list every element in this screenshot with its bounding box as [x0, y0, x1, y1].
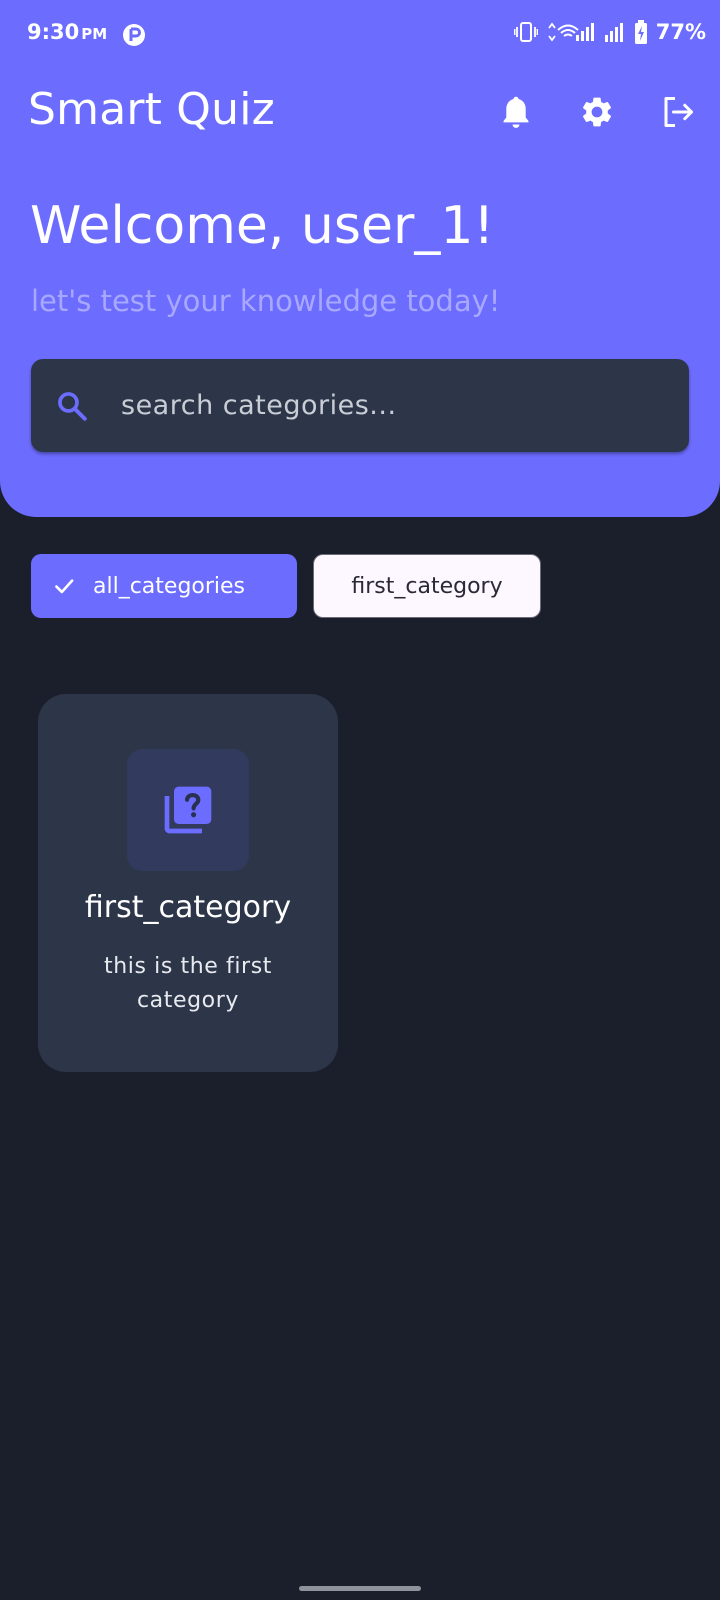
category-title: first_category — [84, 890, 292, 925]
welcome-subtitle: let's test your knowledge today! — [31, 284, 501, 318]
battery-percent: 77% — [655, 20, 706, 44]
settings-button[interactable] — [571, 86, 623, 138]
category-icon-box — [127, 749, 249, 871]
logout-icon — [664, 97, 693, 127]
filter-chip-first-category[interactable]: first_category — [313, 554, 541, 618]
battery-charging-icon — [634, 20, 647, 44]
status-icons: 77% — [513, 20, 706, 44]
bell-icon — [503, 96, 529, 128]
home-screen: 9:30 PM 77% Smart Quiz Welcome, user_1! … — [0, 0, 720, 1600]
cell-signal-icon — [604, 23, 623, 42]
search-bar[interactable] — [31, 359, 689, 452]
logout-button[interactable] — [652, 86, 704, 138]
filter-chip-all-categories[interactable]: all_categories — [31, 554, 297, 618]
category-description: this is the first category — [104, 954, 272, 1013]
category-card[interactable]: first_category this is the first categor… — [38, 694, 338, 1072]
wifi-signal-icon — [548, 22, 594, 42]
gear-icon — [582, 97, 612, 127]
filter-chip-label: all_categories — [93, 573, 246, 599]
filter-chip-label: first_category — [351, 573, 503, 599]
check-icon — [55, 579, 74, 594]
welcome-title: Welcome, user_1! — [30, 196, 495, 256]
quiz-icon — [164, 786, 212, 834]
notification-app-icon — [123, 24, 145, 46]
notifications-button[interactable] — [490, 86, 542, 138]
vibrate-icon — [513, 22, 538, 42]
home-indicator[interactable] — [299, 1586, 421, 1591]
status-time-value: 9:30 — [27, 20, 80, 44]
status-time-ampm: PM — [81, 25, 108, 43]
app-title: Smart Quiz — [28, 84, 275, 135]
status-time: 9:30 PM — [27, 20, 107, 44]
search-input[interactable] — [117, 359, 665, 452]
search-icon — [58, 392, 87, 421]
